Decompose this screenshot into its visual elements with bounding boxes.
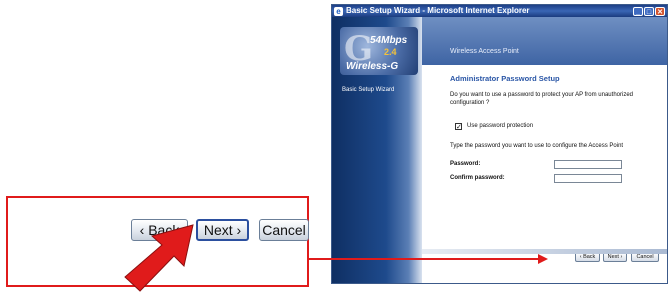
- zoomed-cancel-button[interactable]: Cancel: [259, 219, 309, 241]
- zoomed-back-button[interactable]: ‹ Back: [131, 219, 188, 241]
- wizard-sidebar: G 54Mbps 2.4 Wireless-G Basic Setup Wiza…: [332, 17, 422, 283]
- window-title: Basic Setup Wizard - Microsoft Internet …: [346, 6, 530, 15]
- password-question: Do you want to use a password to protect…: [450, 92, 633, 106]
- logo-band: 2.4: [384, 47, 397, 57]
- zoomed-next-button[interactable]: Next ›: [196, 219, 249, 241]
- logo-speed: 54Mbps: [370, 35, 408, 46]
- window-titlebar: e Basic Setup Wizard - Microsoft Interne…: [332, 5, 667, 17]
- use-password-checkbox[interactable]: ✓: [455, 123, 462, 131]
- sidebar-item-basic-setup-wizard: Basic Setup Wizard: [342, 87, 395, 93]
- close-icon[interactable]: ✕: [655, 6, 665, 16]
- section-title: Administrator Password Setup: [450, 74, 560, 83]
- minimize-icon[interactable]: _: [633, 6, 643, 16]
- footer-band: [422, 249, 667, 254]
- zoomed-button-callout: ‹ Back Next › Cancel: [6, 196, 309, 287]
- ie-window: e Basic Setup Wizard - Microsoft Interne…: [331, 4, 668, 284]
- password-field[interactable]: [554, 160, 622, 169]
- wireless-g-logo: G 54Mbps 2.4 Wireless-G: [340, 27, 418, 75]
- password-label: Password:: [450, 161, 481, 167]
- password-instruction: Type the password you want to use to con…: [450, 143, 624, 149]
- ie-icon: e: [334, 6, 343, 16]
- page-header: Wireless Access Point: [422, 17, 667, 65]
- confirm-password-field[interactable]: [554, 174, 622, 183]
- use-password-label: Use password protection: [467, 123, 534, 129]
- logo-brand: Wireless-G: [346, 61, 399, 72]
- confirm-password-label: Confirm password:: [450, 175, 505, 181]
- header-title: Wireless Access Point: [450, 48, 519, 55]
- maximize-icon[interactable]: □: [644, 6, 654, 16]
